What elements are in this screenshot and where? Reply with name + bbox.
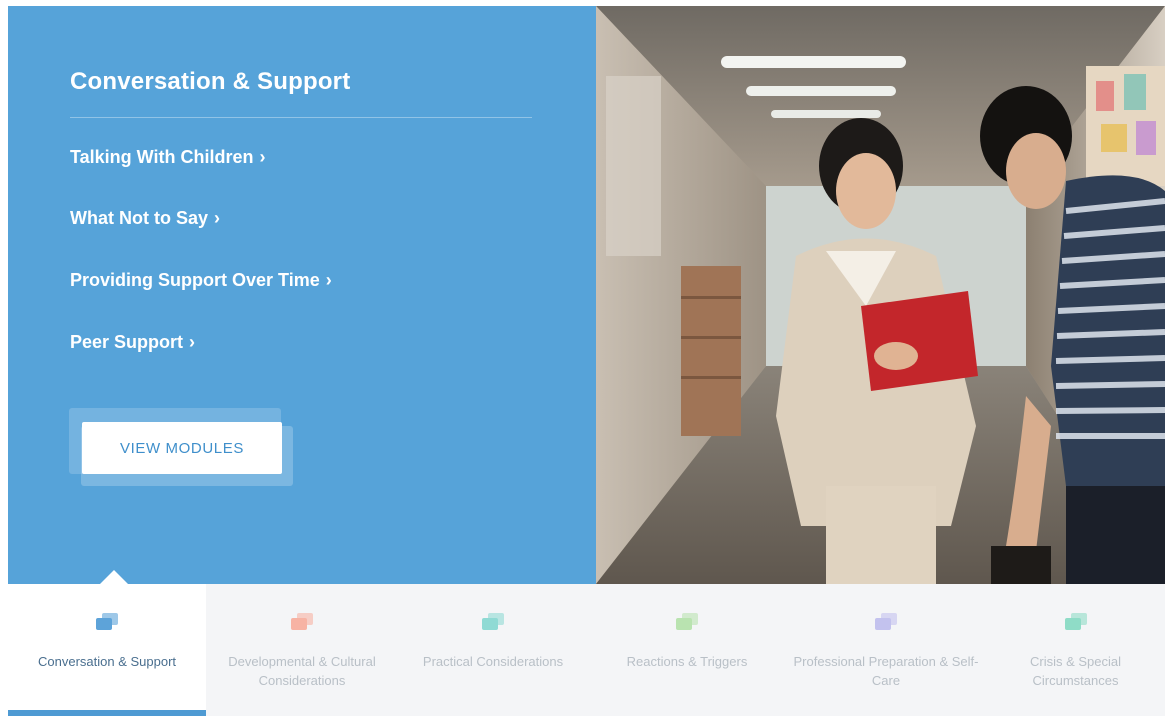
link-label: Providing Support Over Time: [70, 270, 320, 290]
tab-conversation-support[interactable]: Conversation & Support: [8, 570, 206, 716]
speech-bubbles-icon: [291, 613, 313, 630]
tab-label: Developmental & Cultural Considerations: [228, 654, 376, 688]
tab-label: Professional Preparation & Self-Care: [793, 654, 979, 688]
chevron-right-icon: ›: [259, 147, 266, 167]
speech-bubbles-icon: [482, 613, 504, 630]
category-tabs: Conversation & Support Developmental & C…: [8, 570, 1165, 716]
link-talking-with-children[interactable]: Talking With Children ›: [70, 147, 266, 168]
hero-section: Conversation & Support Talking With Chil…: [8, 6, 1165, 584]
speech-bubbles-icon: [676, 613, 698, 630]
tab-developmental-cultural[interactable]: Developmental & Cultural Considerations: [206, 584, 398, 716]
tab-label: Conversation & Support: [37, 654, 177, 669]
link-label: What Not to Say: [70, 208, 208, 228]
bubble-front: [676, 618, 692, 630]
link-what-not-to-say[interactable]: What Not to Say ›: [70, 208, 220, 229]
active-tab-pointer: [100, 570, 128, 584]
bubble-front: [291, 618, 307, 630]
bubble-front: [875, 618, 891, 630]
link-label: Peer Support: [70, 332, 184, 352]
chevron-right-icon: ›: [189, 332, 196, 352]
tab-crisis-special[interactable]: Crisis & Special Circumstances: [986, 584, 1165, 716]
tab-reactions-triggers[interactable]: Reactions & Triggers: [588, 584, 786, 716]
bubble-front: [96, 618, 112, 630]
hallway-photo-illustration: [596, 6, 1165, 584]
tab-practical-considerations[interactable]: Practical Considerations: [398, 584, 588, 716]
panel-title: Conversation & Support: [70, 68, 351, 95]
link-label: Talking With Children: [70, 147, 254, 167]
bubble-front: [482, 618, 498, 630]
chevron-right-icon: ›: [214, 208, 220, 228]
link-peer-support[interactable]: Peer Support ›: [70, 332, 195, 353]
active-tab-indicator: [8, 710, 206, 716]
bubble-front: [1064, 618, 1081, 630]
speech-bubbles-icon: [96, 613, 118, 630]
speech-bubbles-icon: [875, 613, 897, 630]
tab-professional-preparation[interactable]: Professional Preparation & Self-Care: [786, 584, 986, 716]
link-providing-support-over-time[interactable]: Providing Support Over Time ›: [70, 270, 332, 291]
chevron-right-icon: ›: [325, 270, 332, 290]
tab-label: Reactions & Triggers: [626, 654, 748, 669]
view-modules-button[interactable]: VIEW MODULES: [82, 422, 282, 474]
topic-panel: Conversation & Support Talking With Chil…: [8, 6, 596, 584]
title-divider: [70, 117, 532, 118]
hero-photo: [596, 6, 1165, 584]
tab-label: Crisis & Special Circumstances: [1029, 654, 1122, 688]
tab-label: Practical Considerations: [422, 654, 564, 669]
speech-bubbles-icon: [1064, 613, 1087, 630]
